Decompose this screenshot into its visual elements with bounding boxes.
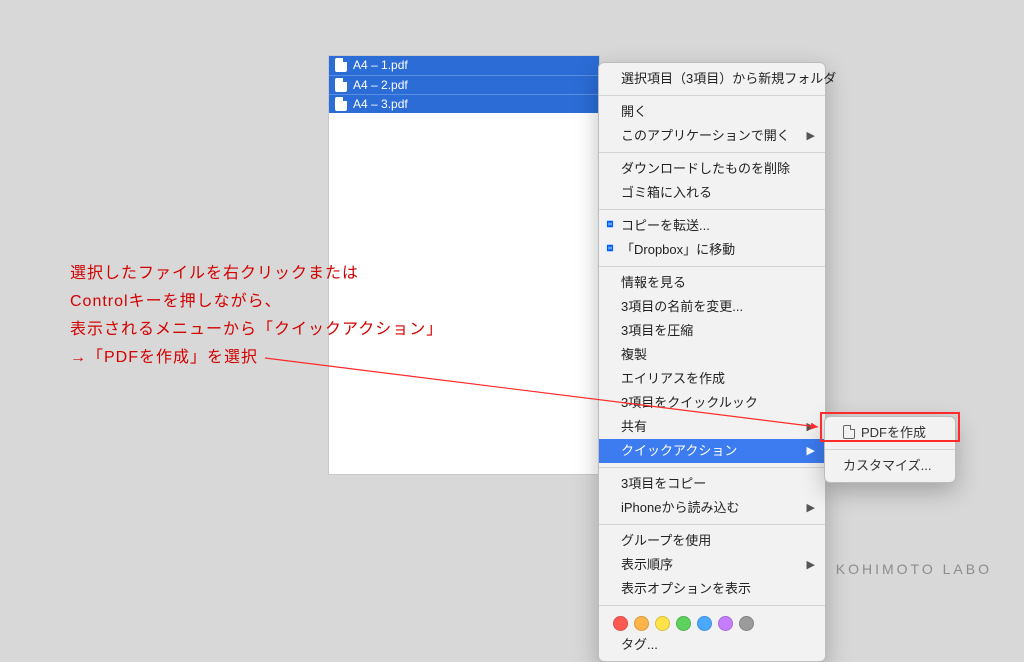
menu-separator [599, 209, 825, 210]
menu-sort-order[interactable]: 表示順序 ▶ [599, 553, 825, 577]
submenu-label: PDFを作成 [861, 425, 926, 440]
menu-delete-download[interactable]: ダウンロードしたものを削除 [599, 157, 825, 181]
menu-label: 共有 [621, 419, 647, 434]
file-name: A4 – 3.pdf [353, 97, 408, 111]
submenu-create-pdf[interactable]: PDFを作成 [825, 421, 955, 445]
menu-separator [599, 152, 825, 153]
menu-label: このアプリケーションで開く [621, 128, 790, 143]
menu-show-options[interactable]: 表示オプションを表示 [599, 577, 825, 601]
tag-color-dot[interactable] [676, 616, 691, 631]
tag-color-dot[interactable] [739, 616, 754, 631]
submenu-arrow-icon: ▶ [807, 556, 815, 574]
menu-get-info[interactable]: 情報を見る [599, 271, 825, 295]
file-icon [335, 58, 347, 72]
menu-tags[interactable]: タグ... [599, 633, 825, 657]
file-name: A4 – 1.pdf [353, 58, 408, 72]
menu-alias[interactable]: エイリアスを作成 [599, 367, 825, 391]
dropbox-icon: ⧈ [603, 217, 617, 231]
dropbox-icon: ⧈ [603, 241, 617, 255]
menu-separator [825, 449, 955, 450]
file-name: A4 – 2.pdf [353, 78, 408, 92]
menu-dropbox[interactable]: ⧈ 「Dropbox」に移動 [599, 238, 825, 262]
quick-action-submenu: PDFを作成 カスタマイズ... [824, 416, 956, 483]
tag-color-dot[interactable] [634, 616, 649, 631]
submenu-customize[interactable]: カスタマイズ... [825, 454, 955, 478]
menu-label: iPhoneから読み込む [621, 500, 739, 515]
menu-copy-items[interactable]: 3項目をコピー [599, 472, 825, 496]
submenu-arrow-icon: ▶ [807, 499, 815, 517]
menu-duplicate[interactable]: 複製 [599, 343, 825, 367]
menu-trash[interactable]: ゴミ箱に入れる [599, 181, 825, 205]
menu-quick-action[interactable]: クイックアクション ▶ [599, 439, 825, 463]
menu-open-with[interactable]: このアプリケーションで開く ▶ [599, 124, 825, 148]
annotation-line: Controlキーを押しながら、 [70, 288, 530, 316]
annotation-text: 選択したファイルを右クリックまたは Controlキーを押しながら、 表示される… [70, 260, 530, 372]
file-icon [335, 78, 347, 92]
menu-separator [599, 266, 825, 267]
submenu-arrow-icon: ▶ [807, 127, 815, 145]
menu-separator [599, 605, 825, 606]
menu-separator [599, 95, 825, 96]
menu-quicklook[interactable]: 3項目をクイックルック [599, 391, 825, 415]
menu-rename[interactable]: 3項目の名前を変更... [599, 295, 825, 319]
menu-copy-transfer[interactable]: ⧈ コピーを転送... [599, 214, 825, 238]
annotation-line: →「PDFを作成」を選択 [70, 344, 530, 372]
menu-label: コピーを転送... [621, 218, 710, 233]
menu-new-folder[interactable]: 選択項目（3項目）から新規フォルダ [599, 67, 825, 91]
annotation-line: 選択したファイルを右クリックまたは [70, 260, 530, 288]
context-menu: 選択項目（3項目）から新規フォルダ 開く このアプリケーションで開く ▶ ダウン… [598, 62, 826, 662]
tag-color-dot[interactable] [697, 616, 712, 631]
file-row[interactable]: A4 – 1.pdf [329, 56, 599, 75]
menu-label: クイックアクション [621, 443, 737, 458]
tag-color-dot[interactable] [613, 616, 628, 631]
file-icon [335, 97, 347, 111]
file-row[interactable]: A4 – 2.pdf [329, 75, 599, 94]
pdf-file-icon [843, 425, 855, 439]
submenu-arrow-icon: ▶ [807, 442, 815, 460]
file-row[interactable]: A4 – 3.pdf [329, 94, 599, 113]
tag-color-dot[interactable] [655, 616, 670, 631]
menu-share[interactable]: 共有 ▶ [599, 415, 825, 439]
menu-use-group[interactable]: グループを使用 [599, 529, 825, 553]
tag-color-dot[interactable] [718, 616, 733, 631]
submenu-arrow-icon: ▶ [807, 418, 815, 436]
menu-label: 表示順序 [621, 557, 673, 572]
watermark: KOHIMOTO LABO [836, 561, 992, 577]
tag-color-row[interactable] [599, 610, 825, 633]
menu-open[interactable]: 開く [599, 100, 825, 124]
annotation-line: 表示されるメニューから「クイックアクション」 [70, 316, 530, 344]
menu-import-iphone[interactable]: iPhoneから読み込む ▶ [599, 496, 825, 520]
menu-label: 「Dropbox」に移動 [621, 242, 735, 257]
menu-separator [599, 524, 825, 525]
menu-compress[interactable]: 3項目を圧縮 [599, 319, 825, 343]
menu-separator [599, 467, 825, 468]
